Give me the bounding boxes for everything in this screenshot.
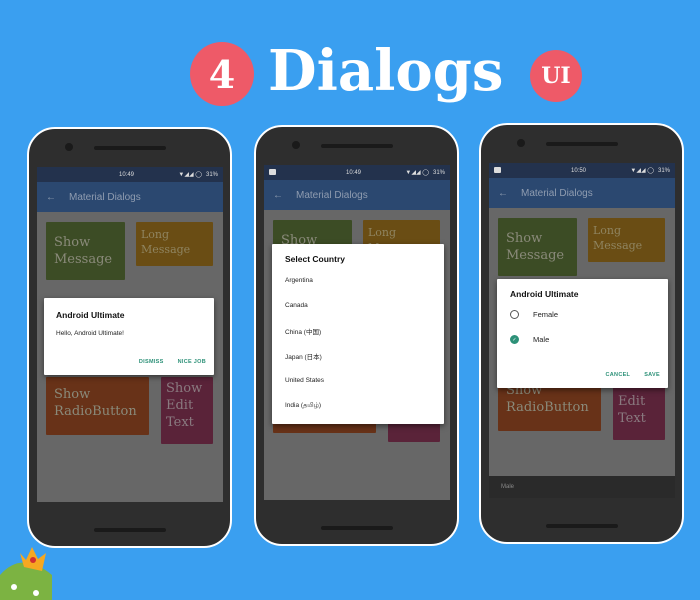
radio-checked-icon[interactable]: ✓ [510,335,519,344]
radio-label: Female [533,310,559,319]
battery-level: 31% [432,169,445,176]
status-bar: 10:49 ▼◢◢ ◯ 31% [37,167,223,182]
country-item[interactable]: India (தமிழ்) [285,393,431,418]
country-item[interactable]: China (中国) [285,318,431,343]
snackbar: Male [489,476,675,498]
phone-alert-dialog: 10:49 ▼◢◢ ◯ 31% ← Material Dialogs Show M… [27,127,232,548]
long-message-tile[interactable]: Long Message [588,218,665,262]
speaker [94,146,166,150]
app-title: Material Dialogs [69,191,141,203]
country-item[interactable]: Canada [285,293,431,318]
page-title: Dialogs [268,38,504,104]
dialog-title: Android Ultimate [56,310,125,320]
phone-list-dialog: 10:49 ▼◢◢ ◯ 31% ←Material Dialogs Show M… [254,125,459,546]
show-message-tile[interactable]: Show Message [498,218,577,276]
app-title: Material Dialogs [521,187,593,199]
image-notification-icon [494,167,501,173]
alert-dialog: Android Ultimate Hello, Android Ultimate… [44,298,214,375]
show-radio-tile[interactable]: Show RadioButton [46,377,149,435]
app-title: Material Dialogs [296,189,368,201]
status-bar: 10:50 ▼◢◢ ◯ 31% [489,163,675,178]
image-notification-icon [269,169,276,175]
dismiss-button[interactable]: DISMISS [139,359,164,365]
screen: 10:49 ▼◢◢ ◯ 31% ←Material Dialogs Show M… [264,165,450,500]
back-arrow-icon[interactable]: ← [273,190,283,201]
back-arrow-icon[interactable]: ← [46,192,56,203]
camera [292,141,300,149]
cancel-button[interactable]: CANCEL [606,372,631,378]
country-dialog: Select Country Argentina Canada China (中… [272,244,444,424]
dialog-message: Hello, Android Ultimate! [56,330,124,337]
country-item[interactable]: United States [285,368,431,393]
home-bar [546,524,618,528]
status-bar: 10:49 ▼◢◢ ◯ 31% [264,165,450,180]
camera [65,143,73,151]
app-bar: ← Material Dialogs [264,180,450,210]
wifi-signal-icon: ▼◢◢ ◯ [178,172,202,178]
speaker [321,144,393,148]
camera [517,139,525,147]
count-badge: 4 [190,42,254,106]
screen: 10:49 ▼◢◢ ◯ 31% ← Material Dialogs Show M… [37,167,223,502]
wifi-signal-icon: ▼◢◢ ◯ [405,170,429,176]
save-button[interactable]: SAVE [644,372,660,378]
dialog-title: Select Country [285,254,345,264]
status-time: 10:49 [119,171,135,178]
app-bar: ← Material Dialogs [489,178,675,208]
app-bar: ← Material Dialogs [37,182,223,212]
nice-job-button[interactable]: NICE JOB [178,359,206,365]
battery-level: 31% [657,167,670,174]
radio-option-male[interactable]: ✓ Male [510,327,655,352]
android-king-logo [0,547,52,600]
screen: 10:50 ▼◢◢ ◯ 31% ← Material Dialogs Show M… [489,163,675,498]
radio-option-female[interactable]: Female [510,302,655,327]
radio-dialog: Android Ultimate Female ✓ Male CANCEL SAVE [497,279,668,388]
show-message-tile[interactable]: Show Message [46,222,125,280]
battery-level: 31% [205,171,218,178]
ui-badge: UI [530,50,582,102]
phone-radio-dialog: 10:50 ▼◢◢ ◯ 31% ← Material Dialogs Show M… [479,123,684,544]
dialog-title: Android Ultimate [510,289,579,299]
country-item[interactable]: Argentina [285,268,431,293]
show-edit-text-tile[interactable]: Show Edit Text [161,377,213,444]
radio-unchecked-icon[interactable] [510,310,519,319]
home-bar [321,526,393,530]
speaker [546,142,618,146]
back-arrow-icon[interactable]: ← [498,188,508,199]
country-item[interactable]: Japan (日本) [285,343,431,368]
wifi-signal-icon: ▼◢◢ ◯ [630,168,654,174]
status-time: 10:50 [571,167,587,174]
long-message-tile[interactable]: Long Message [136,222,213,266]
status-time: 10:49 [346,169,362,176]
radio-label: Male [533,335,550,344]
home-bar [94,528,166,532]
